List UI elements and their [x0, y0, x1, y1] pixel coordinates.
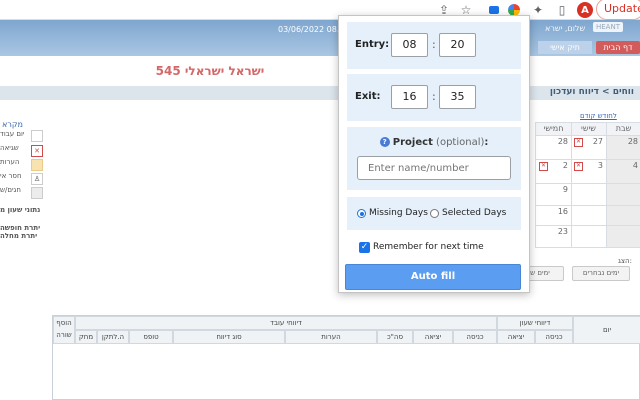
- project-label: Project: [392, 137, 433, 148]
- legend-title: מקרא: [2, 120, 23, 129]
- error-icon: ✕: [574, 162, 583, 171]
- exit-hour-input[interactable]: 16: [391, 85, 428, 109]
- selected-days-button[interactable]: ימים נבחרים: [572, 266, 630, 281]
- clock-notes: נתוני שעון מ יתרת חופשה יתרת מחלה: [0, 206, 50, 240]
- calendar-day[interactable]: 28: [605, 135, 640, 161]
- exit-minute-input[interactable]: 35: [439, 85, 476, 109]
- autofill-popup: Entry: 08 : 20 Exit: 16 : 35 ? Project (…: [338, 15, 530, 293]
- time-separator: :: [432, 90, 436, 103]
- profile-avatar[interactable]: A: [577, 2, 593, 18]
- calendar-day[interactable]: ✕ 2: [535, 159, 572, 185]
- project-panel: ? Project (optional):: [347, 127, 521, 190]
- clock-entry-header: כניסה: [535, 330, 573, 344]
- calendar-day[interactable]: 9: [535, 183, 572, 207]
- legend-item: יום עבוד: [0, 130, 48, 142]
- app-logo: HEANT: [593, 22, 623, 32]
- calendar-day[interactable]: [570, 183, 607, 207]
- exit-header: יציאה: [413, 330, 453, 344]
- breadcrumb-bar: ווחים > דיווח ועדכון: [0, 86, 640, 100]
- breadcrumb: ווחים > דיווח ועדכון: [549, 87, 634, 97]
- notes-header: הערות: [285, 330, 377, 344]
- personal-file-tab[interactable]: תיק אישי: [538, 41, 592, 54]
- error-icon: ✕: [31, 145, 43, 157]
- project-label-row: ? Project (optional):: [347, 137, 521, 148]
- calendar-day[interactable]: 28: [535, 135, 572, 161]
- app-header: 03/06/2022 08. שלום, ישרא HEANT דף הבית …: [0, 20, 640, 56]
- entry-panel: Entry: 08 : 20: [347, 22, 521, 69]
- legend-item: חגים/ש: [0, 186, 48, 199]
- error-icon: ✕: [539, 162, 548, 171]
- remember-checkbox[interactable]: ✓: [359, 242, 370, 253]
- side-panel-icon[interactable]: ▯: [554, 2, 570, 18]
- missing-days-radio[interactable]: [357, 209, 366, 218]
- time-separator: :: [432, 38, 436, 51]
- day-header: יום: [573, 316, 640, 344]
- header-date: 03/06/2022 08.: [278, 25, 340, 34]
- extensions-puzzle-icon[interactable]: ✦: [530, 2, 546, 18]
- entry-header: כניסה: [453, 330, 497, 344]
- entry-label: Entry:: [355, 39, 390, 50]
- delete-header: מחק: [75, 330, 97, 344]
- entry-minute-input[interactable]: 20: [439, 33, 476, 57]
- clock-exit-header: יציאה: [497, 330, 535, 344]
- total-header: סה"כ: [377, 330, 413, 344]
- selected-days-radio[interactable]: [430, 209, 439, 218]
- calendar-day[interactable]: 16: [535, 205, 572, 227]
- update-button[interactable]: Update: [596, 0, 640, 20]
- legend-item: חסר אי ♙: [0, 172, 48, 185]
- auto-fill-button[interactable]: Auto fill: [345, 264, 521, 290]
- to-fix-header: ה.לתקן: [97, 330, 129, 344]
- note-line: יתרת חופשה: [0, 224, 41, 232]
- error-icon: ✕: [574, 138, 583, 147]
- project-input[interactable]: [357, 156, 511, 180]
- exit-label: Exit:: [355, 91, 381, 102]
- report-type-header: סוג דיווח: [173, 330, 285, 344]
- calendar-day[interactable]: [605, 205, 640, 227]
- home-button[interactable]: דף הבית: [596, 41, 640, 54]
- worker-reports-header: דיווחי עובד: [75, 316, 497, 330]
- person-icon: ♙: [31, 173, 43, 185]
- exit-panel: Exit: 16 : 35: [347, 74, 521, 121]
- view-label: הצג:: [618, 257, 632, 265]
- form-header: טופס: [129, 330, 173, 344]
- missing-days-label[interactable]: Missing Days: [369, 208, 428, 218]
- header-greeting: שלום, ישרא: [545, 24, 586, 33]
- calendar-day[interactable]: 4: [605, 159, 640, 185]
- calendar-day[interactable]: [605, 225, 640, 248]
- calendar-day[interactable]: ✕ 3: [570, 159, 607, 185]
- calendar-day[interactable]: [570, 205, 607, 227]
- mode-panel: Missing Days Selected Days: [347, 197, 521, 230]
- selected-days-label[interactable]: Selected Days: [442, 208, 506, 218]
- calendar-day[interactable]: 23: [535, 225, 572, 248]
- reports-table: הוסף שורה דיווחי עובד דיווחי שעון יום כני…: [52, 315, 640, 400]
- note-line: נתוני שעון מ: [0, 206, 41, 214]
- note-line: יתרת מחלה: [0, 232, 38, 240]
- browser-toolbar: ⇪ ☆ ✦ ▯ A Update: [0, 0, 640, 20]
- add-row-header[interactable]: הוסף שורה: [53, 316, 75, 344]
- calendar-day[interactable]: [605, 183, 640, 207]
- help-icon[interactable]: ?: [379, 137, 390, 147]
- project-optional-label: (optional): [436, 137, 485, 148]
- prev-month-link[interactable]: לחודש קודם: [580, 112, 617, 120]
- clock-reports-header: דיווחי שעון: [497, 316, 573, 330]
- legend-item: הערות: [0, 158, 48, 171]
- calendar-day[interactable]: ✕ 27: [570, 135, 607, 161]
- legend-item: שגיאה ✕: [0, 144, 48, 157]
- employee-name: ישראל ישראלי 545: [155, 64, 265, 78]
- entry-hour-input[interactable]: 08: [391, 33, 428, 57]
- remember-label[interactable]: Remember for next time: [373, 242, 484, 252]
- calendar-day[interactable]: [570, 225, 607, 248]
